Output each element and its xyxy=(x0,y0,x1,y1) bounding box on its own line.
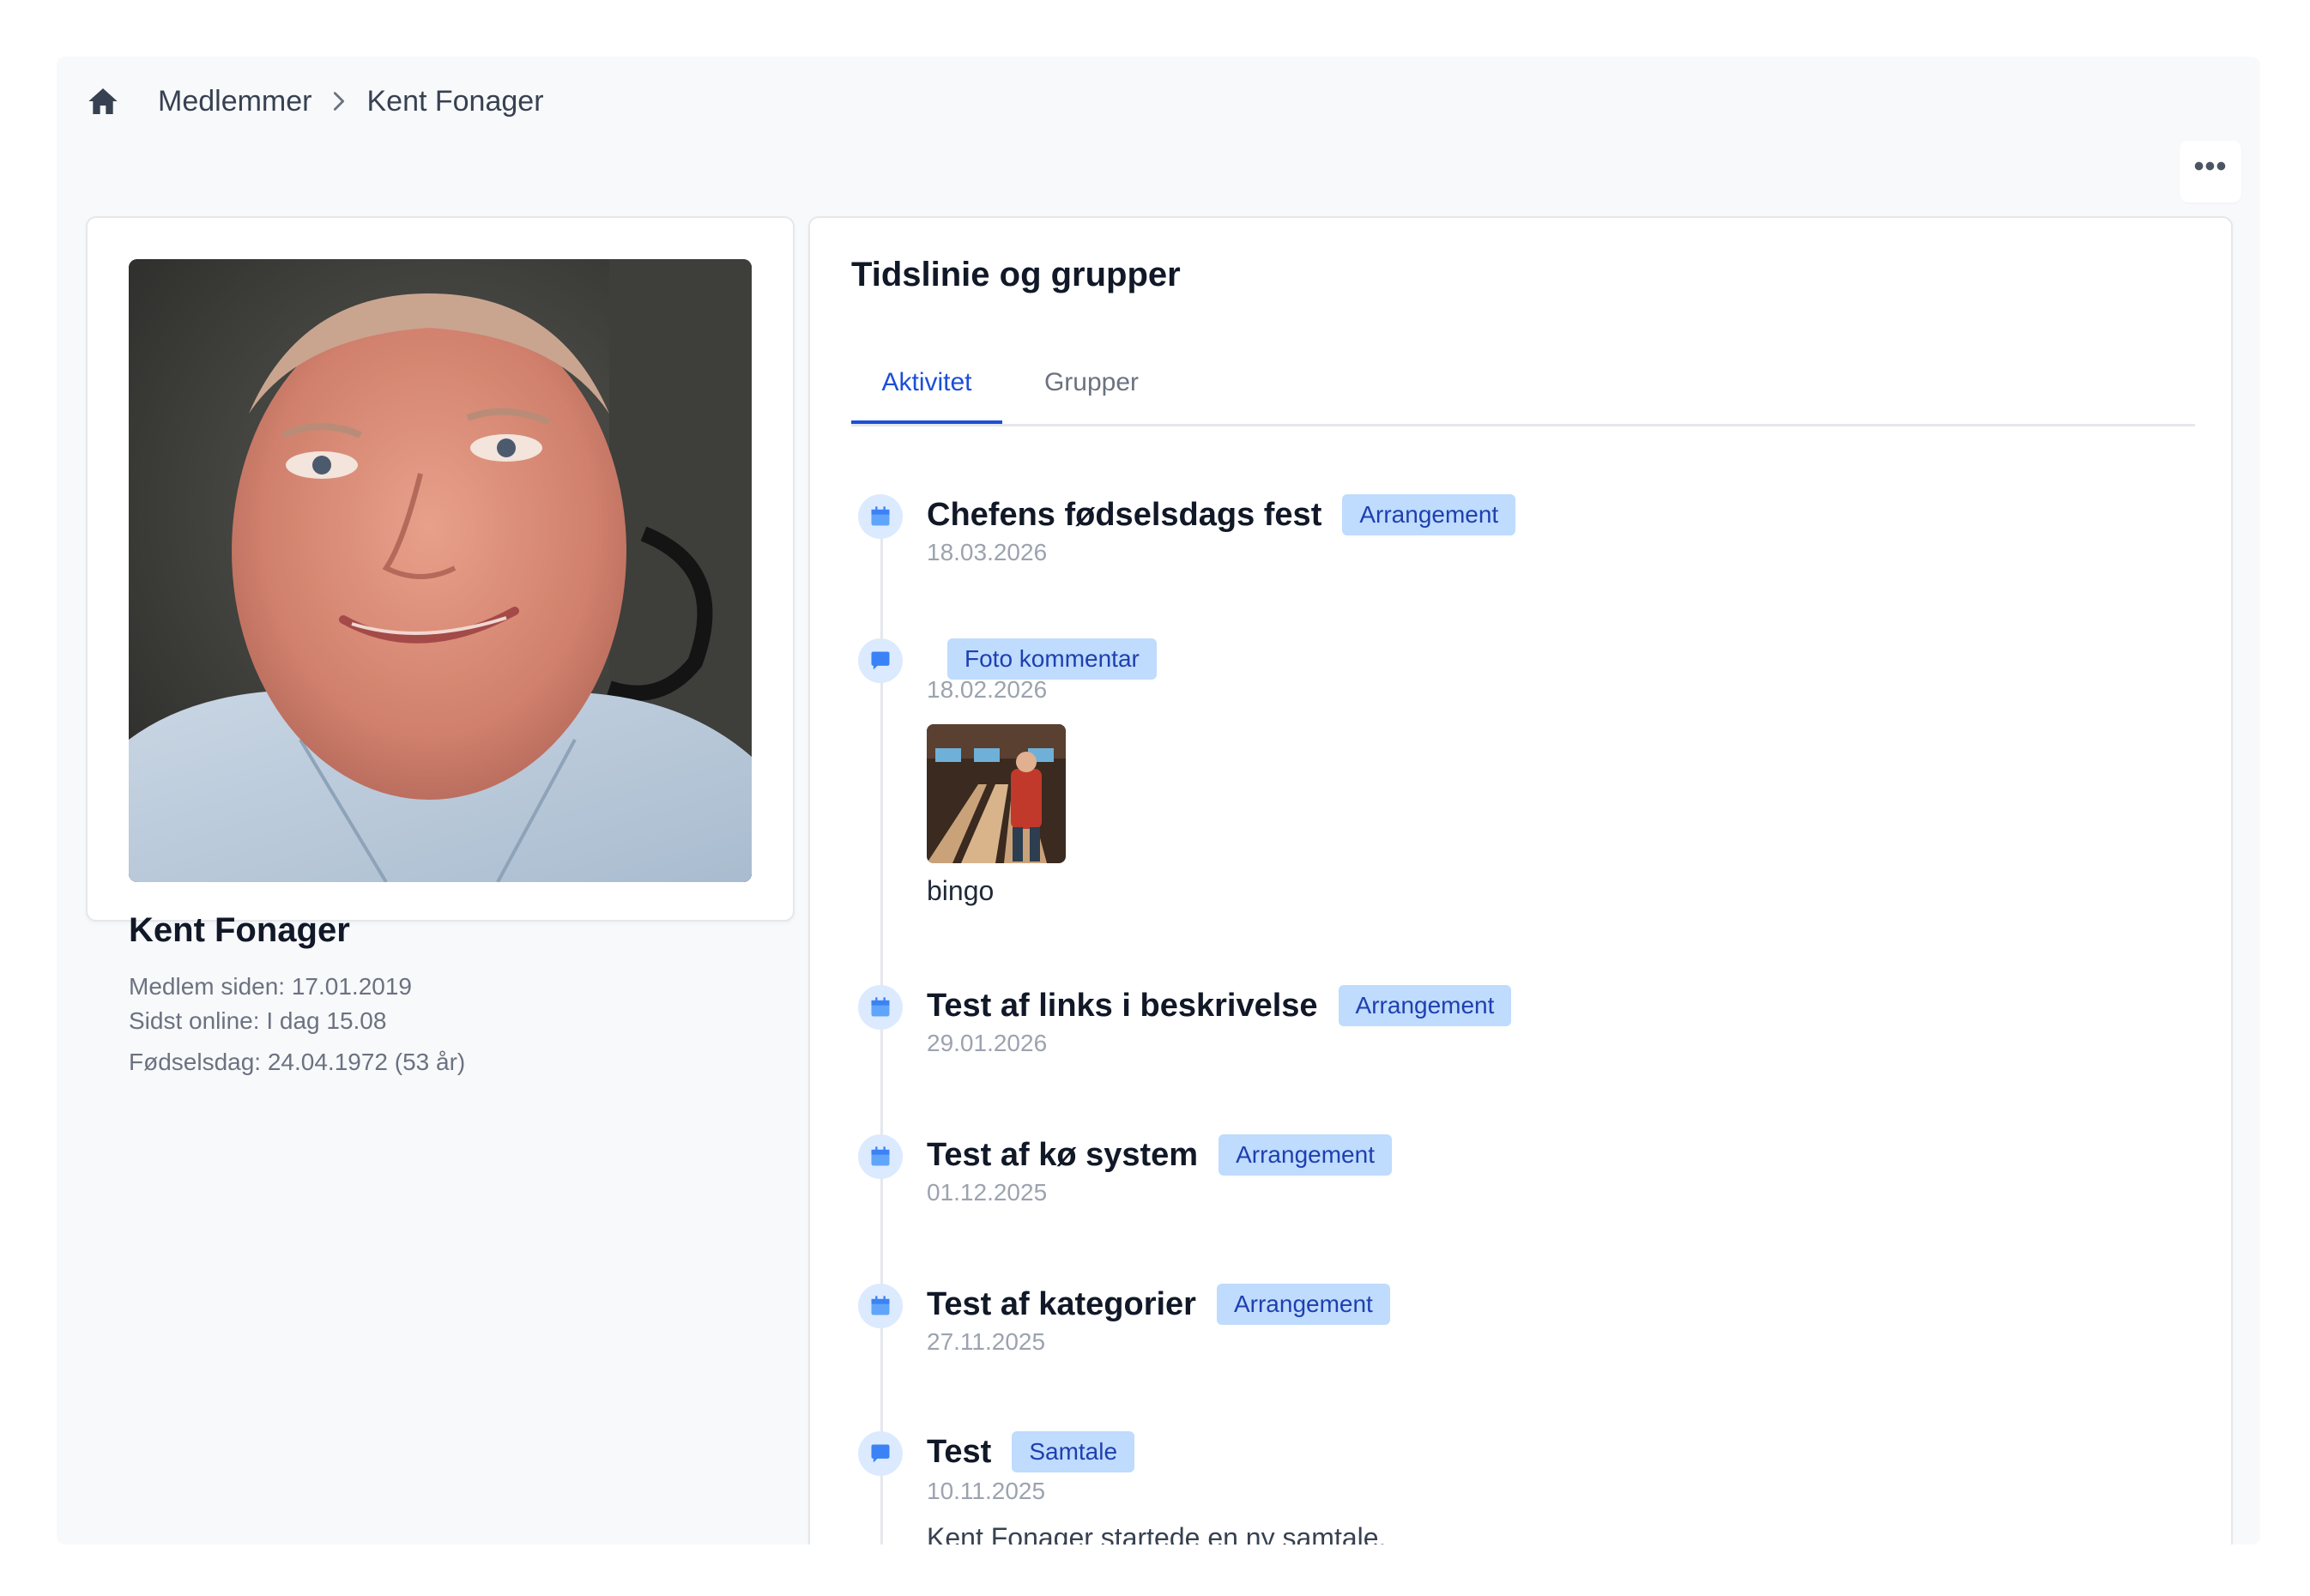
chat-bubble-icon xyxy=(858,1431,903,1476)
timeline-item-title[interactable]: Chefens fødselsdags fest xyxy=(927,497,1321,534)
home-icon[interactable] xyxy=(86,84,120,118)
birthday: Fødselsdag: 24.04.1972 (53 år) xyxy=(129,1049,466,1075)
calendar-icon xyxy=(858,1134,903,1179)
timeline-item-title[interactable]: Test af kø system xyxy=(927,1137,1198,1174)
chat-bubble-icon xyxy=(858,638,903,683)
avatar xyxy=(129,259,752,882)
type-badge: Arrangement xyxy=(1216,1284,1390,1325)
breadcrumb: Medlemmer Kent Fonager xyxy=(86,76,544,127)
timeline-card: Tidslinie og grupper Aktivitet Grupper C… xyxy=(808,216,2233,1545)
calendar-icon xyxy=(858,1284,903,1328)
timeline-item-date: 18.02.2026 xyxy=(927,676,1048,703)
tab-bar: Aktivitet Grupper xyxy=(851,347,2195,426)
timeline-item-date: 10.11.2025 xyxy=(927,1478,1046,1504)
tab-activity[interactable]: Aktivitet xyxy=(851,347,1002,424)
more-options-button[interactable]: ••• xyxy=(2180,141,2241,203)
member-since: Medlem siden: 17.01.2019 xyxy=(129,973,412,1000)
type-badge: Foto kommentar xyxy=(947,638,1157,680)
timeline-item-title[interactable]: Test af kategorier xyxy=(927,1286,1196,1323)
timeline-item-body: Kent Fonager startede en ny samtale. xyxy=(927,1522,1387,1545)
calendar-icon xyxy=(858,494,903,539)
tab-groups[interactable]: Grupper xyxy=(1016,347,1167,424)
profile-card: Kent Fonager Medlem siden: 17.01.2019 Si… xyxy=(86,216,795,1075)
calendar-icon xyxy=(858,985,903,1030)
timeline-item-date: 29.01.2026 xyxy=(927,1030,1048,1056)
chevron-right-icon xyxy=(327,89,351,113)
photo-caption: bingo xyxy=(927,875,995,906)
timeline-item-title[interactable]: Test xyxy=(927,1434,991,1471)
last-online: Sidst online: I dag 15.08 xyxy=(129,1007,387,1034)
timeline-item-title[interactable]: Test af links i beskrivelse xyxy=(927,988,1318,1025)
type-badge: Arrangement xyxy=(1342,494,1516,535)
timeline-item-date: 01.12.2025 xyxy=(927,1179,1048,1206)
card-title: Tidslinie og grupper xyxy=(851,256,1181,293)
timeline-item-date: 18.03.2026 xyxy=(927,539,1048,565)
more-horizontal-icon: ••• xyxy=(2193,150,2228,183)
type-badge: Samtale xyxy=(1012,1431,1135,1472)
app-window: Medlemmer Kent Fonager ••• Kent Fonager … xyxy=(57,57,2260,1545)
breadcrumb-item-members[interactable]: Medlemmer xyxy=(158,85,311,118)
breadcrumb-item-current: Kent Fonager xyxy=(366,84,544,118)
timeline-item-date: 27.11.2025 xyxy=(927,1328,1046,1355)
profile-name: Kent Fonager xyxy=(129,911,350,949)
type-badge: Arrangement xyxy=(1338,985,1512,1026)
photo-thumbnail[interactable] xyxy=(927,724,1066,863)
type-badge: Arrangement xyxy=(1218,1134,1392,1176)
